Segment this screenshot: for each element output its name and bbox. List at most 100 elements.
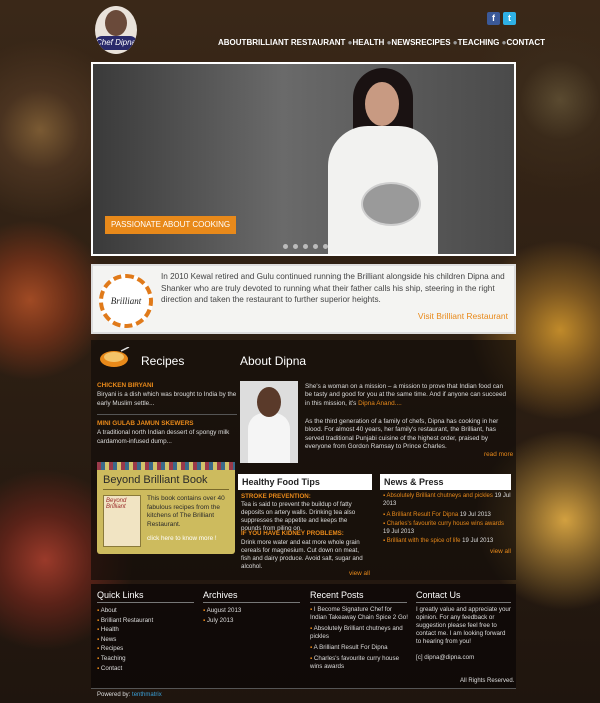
news-heading: News & Press: [380, 474, 511, 490]
nav-label: TEACHING: [457, 38, 500, 47]
slider-dot[interactable]: [293, 244, 298, 249]
footer-link-label: Brilliant Restaurant: [100, 616, 154, 624]
powered-by: Powered by: tenthmatrix: [97, 692, 162, 698]
archive-link[interactable]: ▪ July 2013: [203, 616, 241, 626]
recipe-excerpt: Biryani is a dish which was brought to I…: [97, 391, 237, 407]
read-more-link[interactable]: read more: [484, 451, 513, 458]
news-item[interactable]: ▪ Absolutely Brilliant chutneys and pick…: [383, 493, 511, 509]
news-view-all-link[interactable]: view all: [490, 548, 511, 555]
divider: [91, 688, 516, 689]
book-stripe: [97, 462, 235, 470]
brilliant-logo-text: Brilliant: [110, 296, 142, 306]
archive-label: August 2013: [206, 607, 242, 614]
news-date: 19 Jul 2013: [459, 512, 491, 518]
nav-label: RECIPES: [415, 38, 451, 47]
logo-text: Chef Dipna: [95, 36, 137, 50]
footer-link[interactable]: ▪ Recipes: [97, 644, 153, 654]
recent-post-link[interactable]: ▪ Absolutely Brilliant chutneys and pick…: [310, 625, 408, 641]
book-heading: Beyond Brilliant Book: [103, 474, 208, 486]
footer-link[interactable]: ▪ About: [97, 606, 153, 616]
recent-post-label: Charles's favourite curry house wins awa…: [310, 655, 400, 670]
footer-link-label: Recipes: [100, 645, 124, 653]
quick-links-heading: Quick Links: [97, 590, 144, 600]
book-cover-image[interactable]: Beyond Brilliant: [103, 495, 141, 547]
about-paragraph-2: As the third generation of a family of c…: [305, 418, 499, 451]
spice-tin-image: [361, 182, 421, 226]
archive-label: July 2013: [206, 616, 234, 624]
about-heading: About Dipna: [240, 354, 307, 368]
book-more-button[interactable]: click here to know more !: [147, 535, 217, 542]
dipna-anand-link[interactable]: Dipna Anand....: [358, 400, 402, 407]
curry-bowl-icon: [100, 347, 130, 367]
footer-link[interactable]: ▪ Brilliant Restaurant: [97, 616, 153, 626]
nav-teaching[interactable]: TEACHING ●: [458, 38, 507, 52]
divider: [103, 489, 229, 490]
footer-link[interactable]: ▪ Teaching: [97, 654, 153, 664]
slider-dot[interactable]: [303, 244, 308, 249]
recipes-heading: Recipes: [141, 354, 185, 368]
healthy-view-all-link[interactable]: view all: [349, 570, 370, 577]
footer-link[interactable]: ▪ Health: [97, 625, 153, 635]
visit-restaurant-link[interactable]: Visit Brilliant Restaurant: [418, 311, 508, 321]
news-title: Absolutely Brilliant chutneys and pickle…: [386, 493, 493, 499]
slider-caption[interactable]: PASSIONATE ABOUT COOKING: [105, 216, 237, 234]
recent-post-link[interactable]: ▪ A Brilliant Result For Dipna: [310, 644, 408, 652]
tip-title: STROKE PREVENTION:: [241, 493, 311, 500]
logo-portrait: [105, 10, 127, 36]
news-date: 19 Jul 2013: [383, 528, 415, 535]
facebook-icon[interactable]: f: [487, 12, 500, 25]
news-title: Charles's favourite curry house wins awa…: [386, 521, 504, 527]
nav-label: BRILLIANT RESTAURANT: [246, 38, 346, 47]
slider-dot[interactable]: [283, 244, 288, 249]
recipe-excerpt: A traditional north Indian dessert of sp…: [97, 429, 230, 445]
footer-link-label: Teaching: [100, 654, 126, 662]
hero-slider[interactable]: PASSIONATE ABOUT COOKING: [91, 62, 516, 256]
photo-coat: [248, 413, 290, 463]
tenthmatrix-link[interactable]: tenthmatrix: [132, 692, 162, 698]
recipe-title-link[interactable]: MINI GULAB JAMUN SKEWERS: [97, 420, 194, 427]
chef-dipna-logo[interactable]: Chef Dipna: [95, 6, 137, 54]
contact-text: I greatly value and appreciate your opin…: [416, 606, 511, 645]
healthy-tips-heading: Healthy Food Tips: [238, 474, 372, 490]
recent-posts-list: ▪ I Become Signature Chef for Indian Tak…: [310, 606, 408, 671]
about-paragraph-1: She's a woman on a mission – a mission t…: [305, 383, 510, 408]
copyright: All Rights Reserved.: [460, 678, 515, 684]
archives-heading: Archives: [203, 590, 238, 600]
archive-link[interactable]: ▪ August 2013: [203, 606, 241, 616]
brilliant-logo: Brilliant: [99, 274, 153, 328]
footer-link[interactable]: ▪ News: [97, 635, 153, 645]
nav-health[interactable]: HEALTH ●: [352, 38, 391, 52]
footer-link-label: News: [100, 635, 117, 643]
divider: [203, 602, 300, 603]
nav-recipes[interactable]: RECIPES ●: [415, 38, 457, 52]
recipe-title-link[interactable]: CHICKEN BIRYANI: [97, 382, 153, 389]
nav-label: HEALTH: [352, 38, 385, 47]
dipna-photo: [240, 381, 298, 463]
news-item[interactable]: ▪ Charles's favourite curry house wins a…: [383, 521, 511, 537]
chef-photo-face: [365, 82, 399, 126]
recent-post-link[interactable]: ▪ I Become Signature Chef for Indian Tak…: [310, 606, 408, 622]
powered-label: Powered by:: [97, 692, 131, 698]
nav-contact[interactable]: CONTACT: [506, 38, 545, 52]
archives-list: ▪ August 2013 ▪ July 2013: [203, 606, 241, 625]
divider: [97, 602, 194, 603]
recent-post-label: I Become Signature Chef for Indian Takea…: [310, 606, 408, 621]
news-item[interactable]: ▪ Brilliant with the spice of life 19 Ju…: [383, 538, 511, 546]
contact-email[interactable]: [c] dipna@dipna.com: [416, 653, 474, 663]
nav-brilliant-restaurant[interactable]: BRILLIANT RESTAURANT ●: [246, 38, 352, 52]
recent-post-label: A Brilliant Result For Dipna: [313, 644, 388, 651]
twitter-icon[interactable]: t: [503, 12, 516, 25]
nav-about[interactable]: ABOUT: [218, 38, 246, 52]
restaurant-intro: Brilliant In 2010 Kewal retired and Gulu…: [91, 264, 516, 334]
recent-post-link[interactable]: ▪ Charles's favourite curry house wins a…: [310, 655, 408, 671]
slider-dot[interactable]: [313, 244, 318, 249]
main-nav: ABOUT BRILLIANT RESTAURANT ● HEALTH ● NE…: [218, 38, 545, 52]
footer-link-label: About: [100, 607, 117, 614]
news-item[interactable]: ▪ A Brilliant Result For Dipna 19 Jul 20…: [383, 512, 511, 520]
news-date: 19 Jul 2013: [462, 538, 494, 544]
intro-text: In 2010 Kewal retired and Gulu continued…: [161, 272, 505, 304]
slider-dot[interactable]: [323, 244, 328, 249]
footer-link[interactable]: ▪ Contact: [97, 664, 153, 674]
book-promo: Beyond Brilliant Book Beyond Brilliant T…: [97, 462, 235, 554]
nav-news[interactable]: NEWS: [391, 38, 415, 52]
